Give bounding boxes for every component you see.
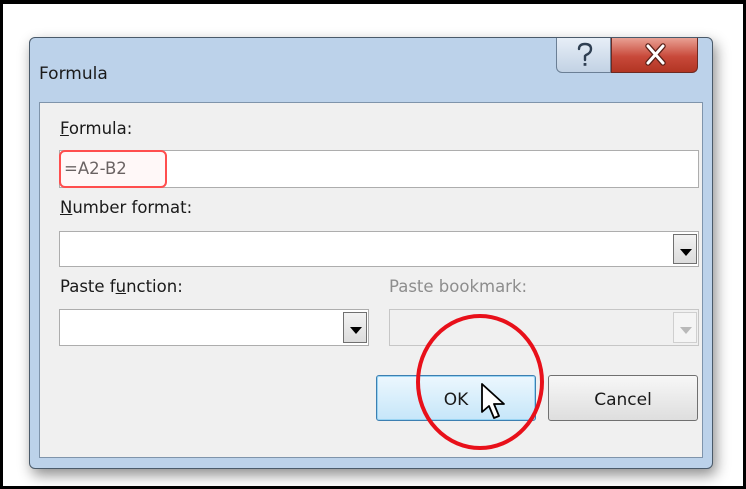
paste-function-dropdown-button[interactable]	[343, 312, 367, 343]
dialog-title: Formula	[39, 64, 108, 84]
paste-bookmark-dropdown-button	[673, 312, 697, 343]
chevron-down-icon	[680, 327, 692, 334]
cancel-button[interactable]: Cancel	[548, 375, 698, 421]
help-icon	[577, 42, 593, 66]
paste-bookmark-label: Paste bookmark:	[389, 277, 528, 296]
mouse-pointer-icon	[481, 383, 505, 419]
cancel-button-label: Cancel	[594, 390, 652, 410]
chevron-down-icon	[680, 249, 692, 256]
formula-label: Formula:	[60, 119, 133, 138]
formula-dialog: Formula Formula: =A2-B2 Number format: P…	[29, 37, 713, 469]
number-format-label: Number format:	[60, 198, 193, 217]
number-format-dropdown-button[interactable]	[673, 234, 697, 264]
title-bar[interactable]: Formula	[30, 38, 712, 102]
close-icon	[645, 43, 666, 66]
close-button[interactable]	[611, 38, 698, 73]
formula-highlight-box	[59, 150, 167, 188]
help-button[interactable]	[556, 38, 611, 73]
dialog-client-area: Formula: =A2-B2 Number format: Paste fun…	[39, 102, 703, 458]
chevron-down-icon	[350, 327, 362, 334]
number-format-combo[interactable]	[59, 231, 699, 267]
paste-function-combo[interactable]	[59, 309, 369, 346]
paste-function-label: Paste function:	[60, 277, 183, 296]
